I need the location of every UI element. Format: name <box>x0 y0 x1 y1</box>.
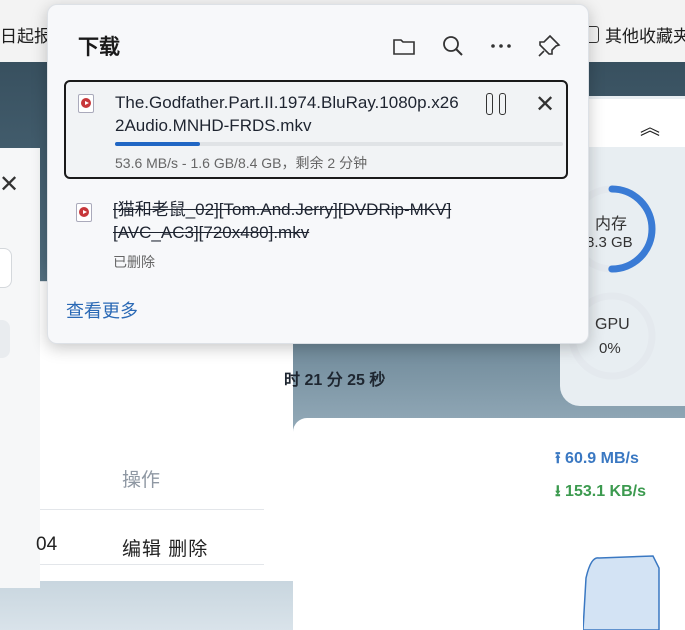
download-status: 53.6 MB/s - 1.6 GB/8.4 GB，剩余 2 分钟 <box>115 155 368 171</box>
search-icon[interactable] <box>440 33 466 59</box>
download-item-deleted[interactable]: [猫和老鼠_02][Tom.And.Jerry][DVDRip-MKV] [AV… <box>64 195 568 275</box>
memory-value: 8.3 GB <box>586 234 633 251</box>
divider <box>40 509 264 510</box>
download-speed: ⭳ 153.1 KB/s <box>555 483 646 500</box>
other-bookmarks-label: 其他收藏夹 <box>605 27 685 46</box>
download-filename: The.Godfather.Part.II.1974.BluRay.1080p.… <box>115 91 480 137</box>
video-file-icon <box>78 94 94 113</box>
left-dialog: ✕ <box>0 148 40 588</box>
row-actions[interactable]: 编辑 删除 <box>122 534 208 561</box>
memory-label: 内存 <box>595 216 628 233</box>
select-field[interactable] <box>0 320 10 358</box>
progress-fill <box>115 142 201 146</box>
chevron-up-icon: ︽ <box>640 117 660 139</box>
row-date: 04 <box>36 534 58 555</box>
progress-bar <box>115 142 563 146</box>
upload-speed: ⭱ 60.9 MB/s <box>555 450 639 467</box>
more-icon[interactable] <box>488 33 514 59</box>
download-value: 153.1 KB/s <box>565 483 646 500</box>
other-bookmarks[interactable]: 其他收藏夹 <box>584 22 685 47</box>
filename-line1: [猫和老鼠_02][Tom.And.Jerry][DVDRip-MKV] <box>113 200 452 219</box>
collapse-button[interactable]: ︽ <box>574 99 685 147</box>
download-filename: [猫和老鼠_02][Tom.And.Jerry][DVDRip-MKV] [AV… <box>113 198 513 244</box>
close-icon[interactable]: ✕ <box>0 170 19 199</box>
gpu-label: GPU <box>595 316 630 333</box>
network-chart <box>583 555 660 630</box>
time-remaining: 时 21 分 25 秒 <box>284 372 386 389</box>
upload-value: 60.9 MB/s <box>565 450 639 467</box>
filename-line2: 2Audio.MNHD-FRDS.mkv <box>115 116 312 135</box>
video-file-icon <box>76 203 92 222</box>
download-item-active[interactable]: The.Godfather.Part.II.1974.BluRay.1080p.… <box>64 80 568 179</box>
downloads-title: 下载 <box>78 36 120 59</box>
filename-line1: The.Godfather.Part.II.1974.BluRay.1080p.… <box>115 93 459 112</box>
download-status: 已删除 <box>113 254 155 270</box>
pin-icon[interactable] <box>536 33 562 59</box>
filename-line2: [AVC_AC3][720x480].mkv <box>113 223 310 242</box>
gpu-value: 0% <box>599 340 621 357</box>
bookmark-item[interactable]: 日起报 <box>0 22 51 47</box>
input-field[interactable] <box>0 248 12 288</box>
divider <box>40 564 264 565</box>
folder-icon[interactable] <box>391 33 417 59</box>
downloads-panel: 下载 The.Godfather.Part.II.1974.BluRay.108… <box>47 4 589 344</box>
pause-button[interactable] <box>486 93 512 120</box>
column-header-actions: 操作 <box>122 470 161 491</box>
cancel-button[interactable]: ✕ <box>535 90 555 119</box>
see-more-link[interactable]: 查看更多 <box>66 297 138 323</box>
